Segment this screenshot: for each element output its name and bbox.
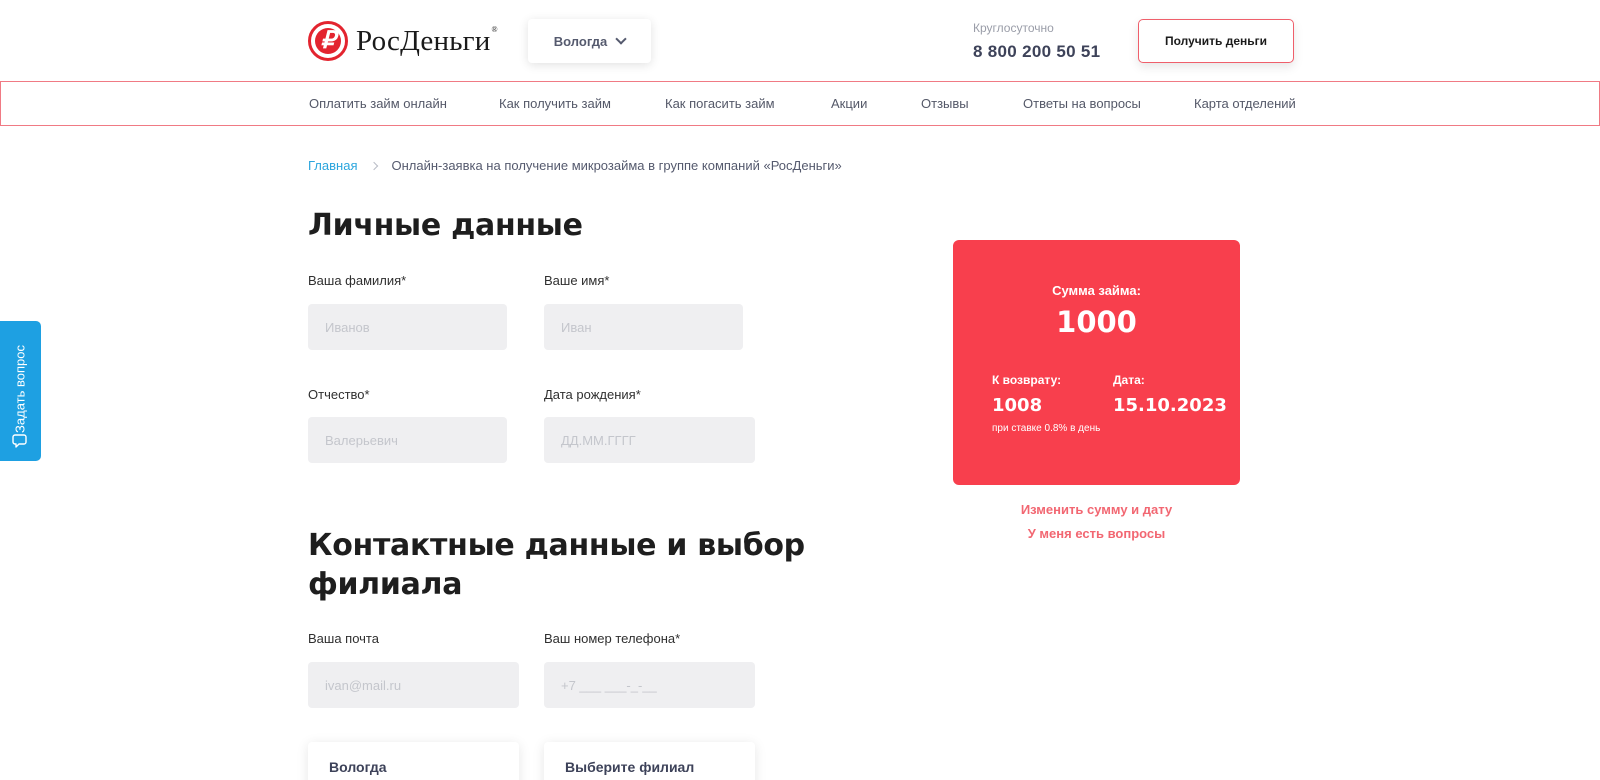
chevron-down-icon xyxy=(615,33,627,45)
date-value: 15.10.2023 xyxy=(1113,395,1227,416)
phone-number[interactable]: 8 800 200 50 51 xyxy=(973,42,1100,62)
chevron-right-icon xyxy=(370,161,379,170)
contact-data-heading: Контактные данные и выбор филиала xyxy=(308,528,805,602)
date-label: Дата: xyxy=(1113,373,1145,387)
loan-amount-value: 1000 xyxy=(1056,305,1137,339)
ask-question-label: Задать вопрос xyxy=(12,345,28,433)
name-label: Ваше имя* xyxy=(544,273,610,288)
birthdate-input[interactable] xyxy=(544,417,755,463)
city-dropdown-label: Вологда xyxy=(553,33,608,49)
city-select[interactable]: Вологда xyxy=(308,742,519,780)
branch-select[interactable]: Выберите филиал xyxy=(544,742,755,780)
ruble-logo-icon: ₽ xyxy=(308,21,348,61)
logo[interactable]: ₽ РосДеньги® xyxy=(308,20,498,62)
breadcrumb: Главная Онлайн-заявка на получение микро… xyxy=(308,158,842,173)
chat-bubble-icon xyxy=(12,434,27,448)
ask-question-tab[interactable]: Задать вопрос xyxy=(0,321,41,461)
patronymic-input[interactable] xyxy=(308,417,507,463)
city-dropdown[interactable]: Вологда xyxy=(528,19,651,63)
return-value: 1008 xyxy=(992,395,1043,416)
email-label: Ваша почта xyxy=(308,631,379,646)
nav-item-how-to-get[interactable]: Как получить займ xyxy=(499,96,611,111)
surname-input[interactable] xyxy=(308,304,507,350)
nav-item-pay-online[interactable]: Оплатить займ онлайн xyxy=(309,96,447,111)
personal-data-heading: Личные данные xyxy=(308,208,583,243)
phone-input[interactable] xyxy=(544,662,755,708)
patronymic-label: Отчество* xyxy=(308,387,370,402)
loan-summary-card: Сумма займа: 1000 К возврату: Дата: 1008… xyxy=(953,240,1240,485)
get-money-button[interactable]: Получить деньги xyxy=(1138,19,1294,63)
logo-text: РосДеньги® xyxy=(356,24,498,57)
birthdate-label: Дата рождения* xyxy=(544,387,641,402)
nav-item-reviews[interactable]: Отзывы xyxy=(921,96,969,111)
breadcrumb-home-link[interactable]: Главная xyxy=(308,158,357,173)
phone-label: Ваш номер телефона* xyxy=(544,631,681,646)
breadcrumb-current: Онлайн-заявка на получение микрозайма в … xyxy=(391,158,842,173)
name-input[interactable] xyxy=(544,304,743,350)
email-input[interactable] xyxy=(308,662,519,708)
questions-link[interactable]: У меня есть вопросы xyxy=(953,526,1240,541)
nav-item-promotions[interactable]: Акции xyxy=(831,96,867,111)
surname-label: Ваша фамилия* xyxy=(308,273,407,288)
hours-label: Круглосуточно xyxy=(973,21,1054,35)
nav-item-branch-map[interactable]: Карта отделений xyxy=(1194,96,1296,111)
nav-item-faq[interactable]: Ответы на вопросы xyxy=(1023,96,1141,111)
return-label: К возврату: xyxy=(992,373,1062,387)
loan-amount-label: Сумма займа: xyxy=(1052,283,1141,298)
rate-note: при ставке 0.8% в день xyxy=(992,423,1101,434)
change-amount-link[interactable]: Изменить сумму и дату xyxy=(953,502,1240,517)
main-nav: Оплатить займ онлайн Как получить займ К… xyxy=(0,81,1600,126)
nav-item-how-to-repay[interactable]: Как погасить займ xyxy=(665,96,775,111)
